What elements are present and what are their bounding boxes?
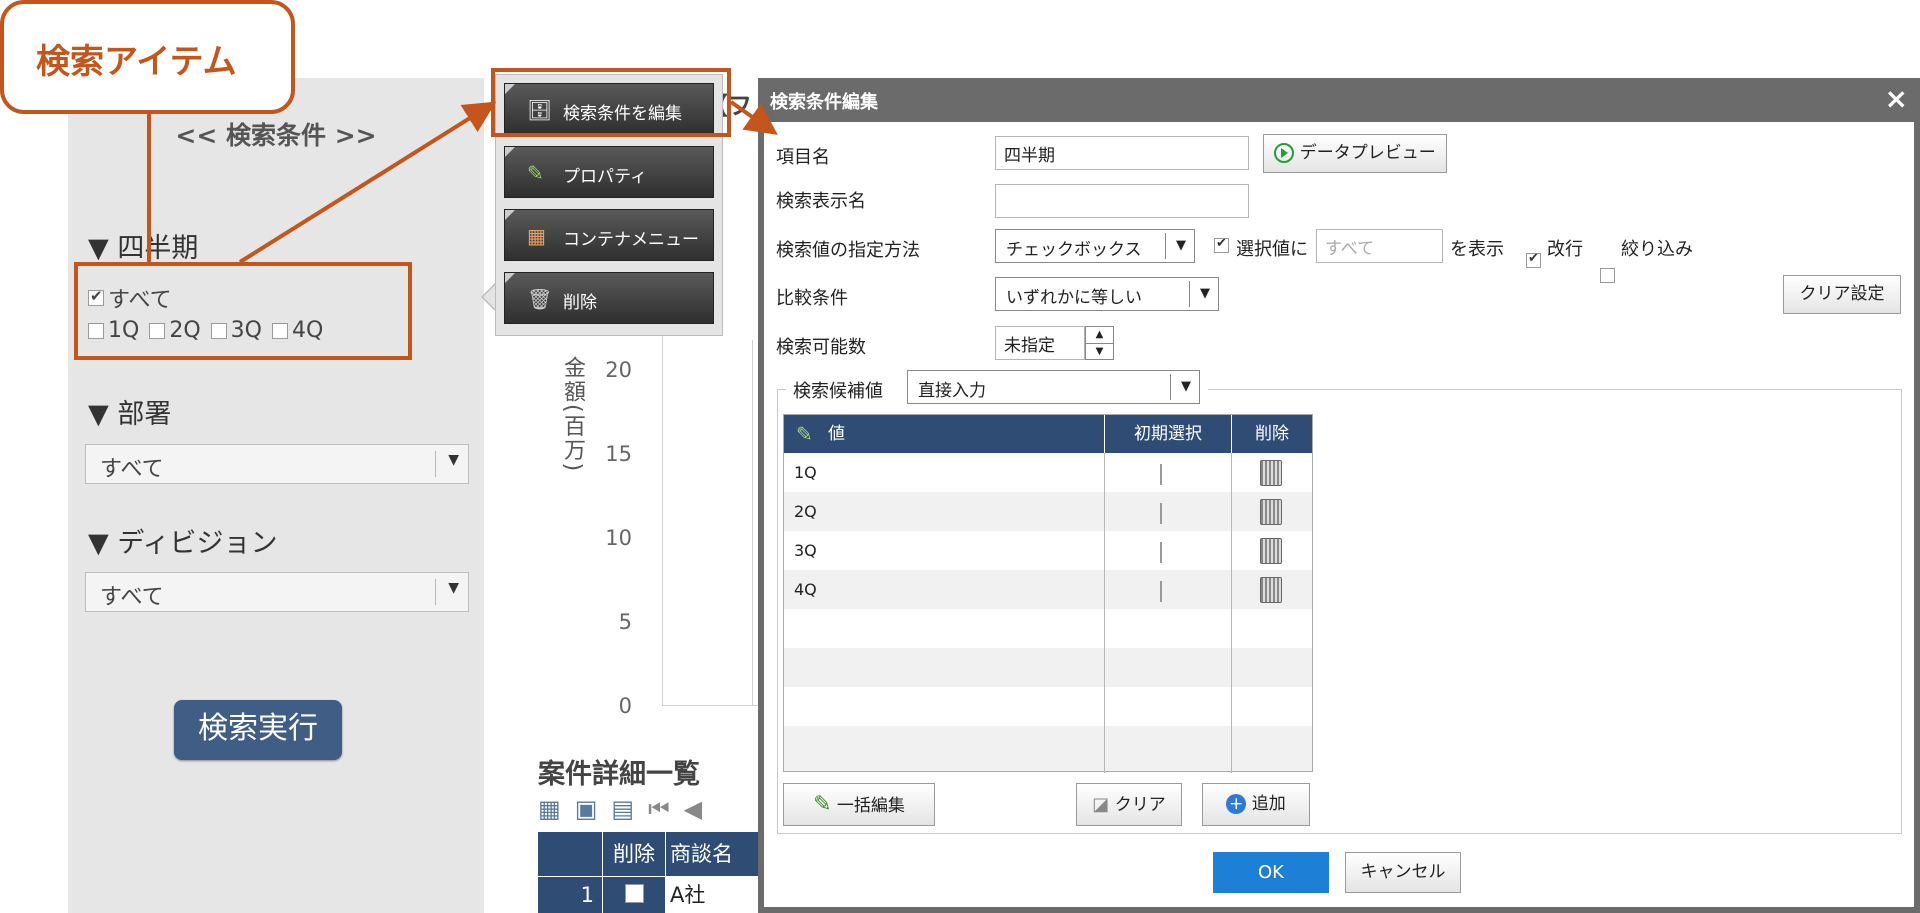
arrow-to-dialog [729,100,778,135]
annotation-arrows [238,100,778,264]
arrow-to-menu [238,101,497,264]
